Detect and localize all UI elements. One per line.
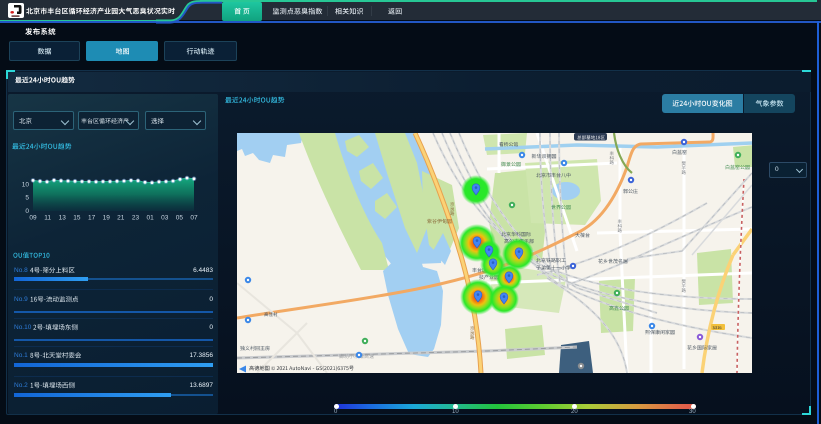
svg-text:13: 13 — [59, 215, 67, 222]
svg-text:09: 09 — [29, 215, 37, 222]
svg-text:07: 07 — [190, 215, 198, 222]
svg-text:11: 11 — [44, 215, 51, 222]
svg-text:05: 05 — [176, 215, 184, 222]
svg-text:0: 0 — [25, 208, 29, 215]
svg-text:01: 01 — [146, 215, 154, 222]
svg-text:10: 10 — [22, 182, 30, 189]
svg-text:23: 23 — [132, 215, 140, 222]
svg-text:5: 5 — [25, 195, 29, 202]
svg-text:21: 21 — [117, 215, 125, 222]
svg-text:03: 03 — [161, 215, 169, 222]
svg-text:17: 17 — [88, 215, 96, 222]
svg-text:15: 15 — [73, 215, 81, 222]
svg-text:19: 19 — [103, 215, 111, 222]
